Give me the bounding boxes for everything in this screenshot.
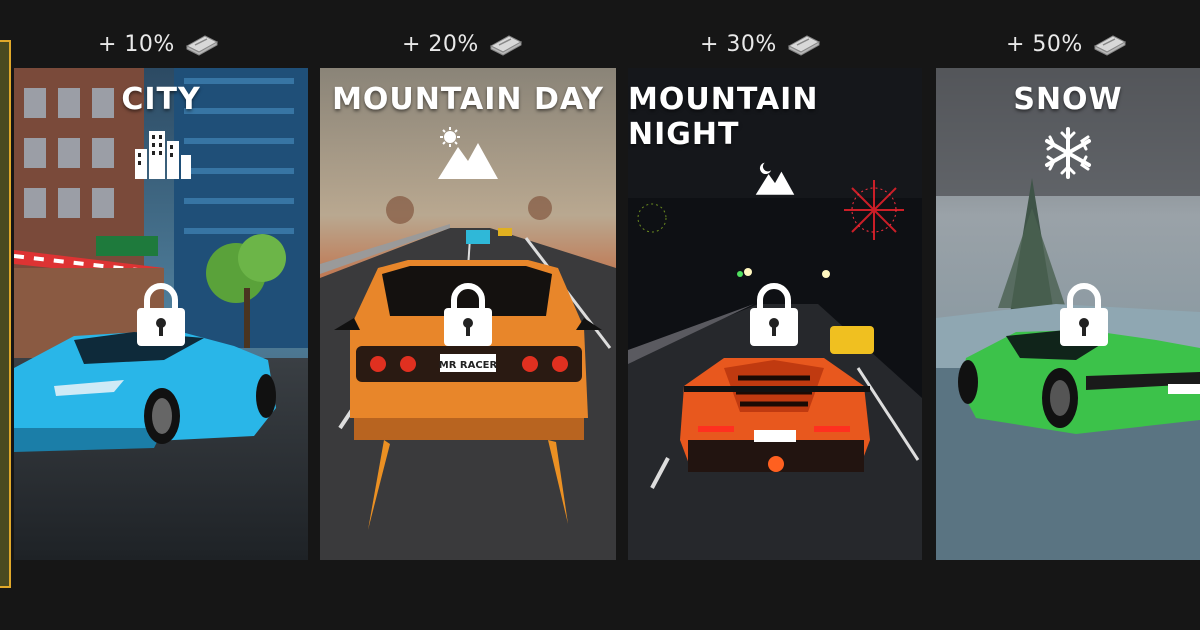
padlock-icon [137, 283, 185, 346]
level-card-snow[interactable]: SNOW [936, 68, 1200, 560]
cash-stack-icon [185, 35, 218, 56]
padlock-icon [750, 283, 798, 346]
level-title: CITY [121, 82, 201, 117]
cash-stack-icon [489, 35, 522, 56]
level-title: MOUNTAIN NIGHT [628, 82, 819, 152]
bonus-mountain-day: + 20% [402, 30, 523, 58]
level-card-mountain-day[interactable]: MR RACER MOUNTAIN DAY [320, 68, 616, 560]
level-title: SNOW [1013, 82, 1123, 117]
bonus-city: + 10% [98, 30, 219, 58]
bonus-mountain-night: + 30% [700, 30, 821, 58]
mountain-sun-icon [438, 127, 498, 179]
level-title: MOUNTAIN DAY [332, 82, 604, 117]
mountain-moon-icon [755, 162, 795, 195]
snowflake-icon [1045, 127, 1091, 179]
padlock-icon [1060, 283, 1108, 346]
selected-card-frame[interactable] [0, 40, 11, 588]
city-buildings-icon [135, 131, 191, 179]
card-header: SNOW [936, 68, 1200, 196]
cash-stack-icon [1093, 35, 1126, 56]
bonus-label: + 20% [402, 31, 479, 57]
padlock-icon [444, 283, 492, 346]
level-card-city[interactable]: CITY [14, 68, 308, 560]
card-header: MOUNTAIN DAY [320, 68, 616, 196]
bonus-label: + 30% [700, 31, 777, 57]
level-card-mountain-night[interactable]: MOUNTAIN NIGHT [628, 68, 922, 560]
bonus-snow: + 50% [1006, 30, 1127, 58]
card-header: CITY [14, 68, 308, 196]
bonus-label: + 50% [1006, 31, 1083, 57]
card-header: MOUNTAIN NIGHT [628, 68, 922, 196]
cash-stack-icon [787, 35, 820, 56]
license-plate: MR RACER [439, 360, 498, 371]
bonus-label: + 10% [98, 31, 175, 57]
